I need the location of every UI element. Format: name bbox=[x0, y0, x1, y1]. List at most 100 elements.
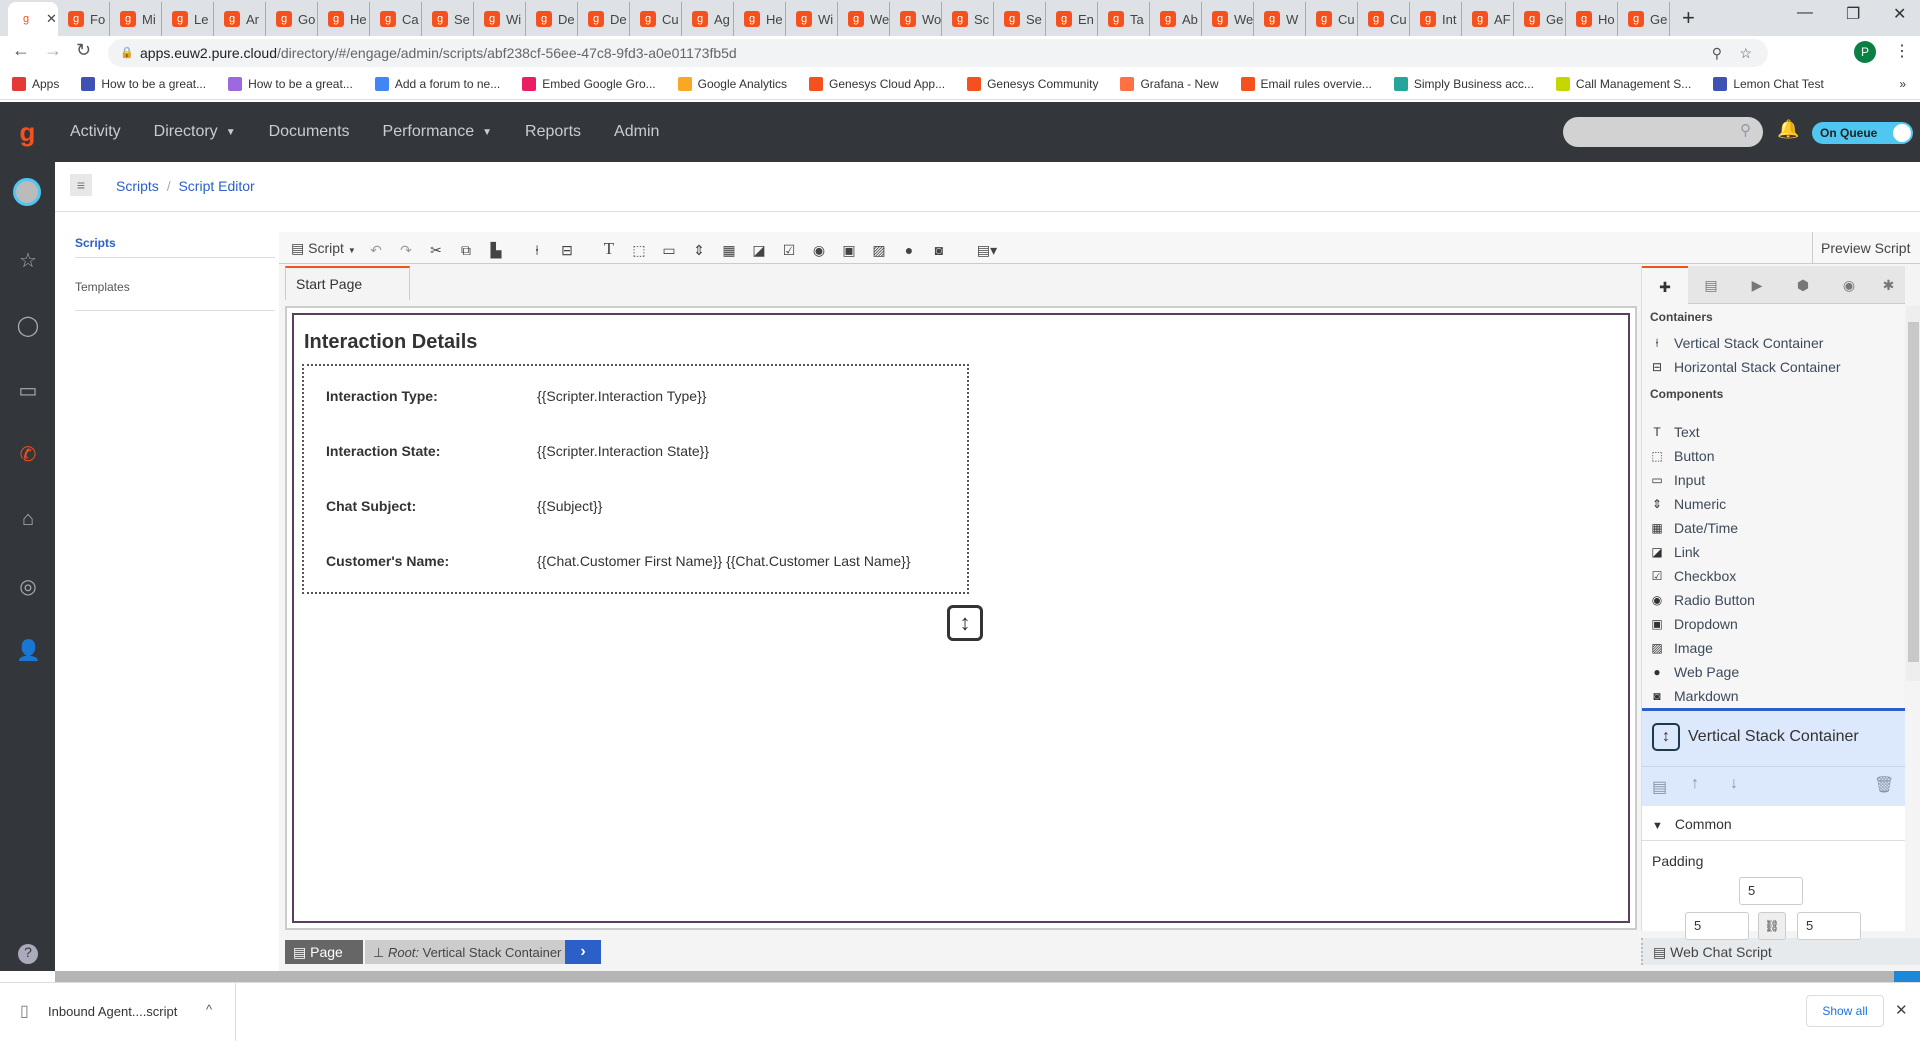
component-item-image[interactable]: ▨ Image bbox=[1650, 640, 1713, 656]
component-item-button[interactable]: ⬚ Button bbox=[1650, 448, 1714, 464]
browser-tab[interactable]: g He bbox=[734, 2, 786, 36]
inbox-icon[interactable]: ⌂ bbox=[16, 508, 40, 532]
panel-scrollbar[interactable] bbox=[1906, 306, 1920, 681]
browser-tab[interactable]: g ✕ bbox=[8, 2, 58, 36]
browser-tab[interactable]: g De bbox=[578, 2, 630, 36]
actions-tab-play-icon[interactable]: ▶ bbox=[1734, 266, 1780, 304]
profile-avatar[interactable]: P bbox=[1854, 41, 1876, 63]
restore-button[interactable]: ❐ bbox=[1846, 4, 1860, 24]
link-component-icon[interactable]: ◪ bbox=[749, 242, 769, 259]
browser-tab[interactable]: g Se bbox=[422, 2, 474, 36]
browser-tab[interactable]: g Cu bbox=[630, 2, 682, 36]
bookmark-star-icon[interactable]: ☆ bbox=[1739, 39, 1752, 67]
horizontal-stack-container-item[interactable]: ⊟ Horizontal Stack Container bbox=[1650, 359, 1841, 375]
chevron-up-icon[interactable]: ^ bbox=[206, 1002, 212, 1017]
move-up-arrow-icon[interactable]: ↑ bbox=[1691, 775, 1699, 793]
horizontal-scrollbar[interactable] bbox=[55, 971, 1920, 982]
padding-left-input[interactable]: 5 bbox=[1685, 912, 1749, 940]
component-item-web-page[interactable]: ● Web Page bbox=[1650, 664, 1739, 680]
debug-tab-bug-icon[interactable]: ✱ bbox=[1872, 266, 1905, 304]
cut-icon[interactable]: ✂ bbox=[426, 242, 446, 259]
browser-tab[interactable]: g Ho bbox=[1566, 2, 1618, 36]
root-crumb[interactable]: ⊥ Root: Vertical Stack Container bbox=[365, 940, 565, 964]
radio-component-icon[interactable]: ◉ bbox=[809, 242, 829, 259]
page-crumb[interactable]: ▤ Page bbox=[285, 940, 363, 964]
browser-tab[interactable]: g Go bbox=[266, 2, 318, 36]
bookmark-item[interactable]: Call Management S... bbox=[1555, 76, 1691, 91]
browser-tab[interactable]: g Ge bbox=[1618, 2, 1670, 36]
interaction-details-heading[interactable]: Interaction Details bbox=[304, 331, 477, 354]
paste-icon[interactable]: ▙ bbox=[486, 242, 506, 259]
components-tab-puzzle-icon[interactable]: ✚ bbox=[1642, 266, 1688, 304]
delete-trash-icon[interactable]: 🗑 bbox=[1874, 775, 1894, 795]
browser-menu-icon[interactable]: ⋮ bbox=[1894, 41, 1910, 61]
pages-tab-document-icon[interactable]: ▤ bbox=[1688, 266, 1734, 304]
nav-documents[interactable]: Documents bbox=[269, 123, 350, 141]
variables-tab-cube-icon[interactable]: ⬢ bbox=[1780, 266, 1826, 304]
show-all-button[interactable]: Show all bbox=[1806, 995, 1884, 1027]
close-tab-icon[interactable]: ✕ bbox=[46, 11, 57, 27]
phone-icon[interactable]: ✆ bbox=[16, 442, 40, 466]
back-icon[interactable]: ← bbox=[12, 40, 30, 61]
browser-tab[interactable]: g Fo bbox=[58, 2, 110, 36]
checkbox-component-icon[interactable]: ☑ bbox=[779, 242, 799, 259]
browser-tab[interactable]: g Ta bbox=[1098, 2, 1150, 36]
on-queue-toggle[interactable]: On Queue bbox=[1812, 122, 1913, 144]
component-item-link[interactable]: ◪ Link bbox=[1650, 544, 1699, 560]
help-icon[interactable]: ? bbox=[18, 944, 38, 964]
datetime-component-icon[interactable]: ▦ bbox=[719, 242, 739, 259]
bookmark-item[interactable]: How to be a great... bbox=[228, 76, 353, 91]
padding-right-input[interactable]: 5 bbox=[1797, 912, 1861, 940]
bookmark-item[interactable]: Genesys Cloud App... bbox=[809, 76, 945, 91]
location-icon[interactable]: ⚲ bbox=[1712, 39, 1722, 67]
undo-icon[interactable]: ↶ bbox=[366, 242, 386, 259]
browser-tab[interactable]: g Wi bbox=[474, 2, 526, 36]
chat-icon[interactable]: ◯ bbox=[16, 313, 40, 337]
bookmark-item[interactable]: Add a forum to ne... bbox=[374, 76, 500, 91]
component-item-checkbox[interactable]: ☑ Checkbox bbox=[1650, 568, 1737, 584]
browser-tab[interactable]: g We bbox=[838, 2, 890, 36]
webpage-component-icon[interactable]: ● bbox=[899, 242, 919, 258]
bookmark-item[interactable]: Google Analytics bbox=[677, 76, 787, 91]
browser-tab[interactable]: g We bbox=[1202, 2, 1254, 36]
component-item-numeric[interactable]: ⇕ Numeric bbox=[1650, 496, 1726, 512]
design-canvas[interactable]: Interaction Details Interaction Type: {{S… bbox=[285, 306, 1637, 930]
nav-admin[interactable]: Admin bbox=[614, 123, 659, 141]
preview-tab-eye-icon[interactable]: ◉ bbox=[1826, 266, 1872, 304]
browser-tab[interactable]: g Ca bbox=[370, 2, 422, 36]
browser-tab[interactable]: g De bbox=[526, 2, 578, 36]
global-search-input[interactable]: ⚲ bbox=[1563, 117, 1763, 147]
script-menu-button[interactable]: ▤ Script ▼ bbox=[291, 240, 356, 257]
subnav-templates[interactable]: Templates bbox=[75, 280, 130, 294]
bookmark-item[interactable]: Email rules overvie... bbox=[1240, 76, 1372, 91]
preview-script-button[interactable]: Preview Script bbox=[1812, 232, 1920, 264]
vertical-stack-container-item[interactable]: ⍿ Vertical Stack Container bbox=[1650, 335, 1823, 351]
component-item-dropdown[interactable]: ▣ Dropdown bbox=[1650, 616, 1738, 632]
browser-tab[interactable]: g Sc bbox=[942, 2, 994, 36]
link-padding-chain-icon[interactable]: ⛓ bbox=[1758, 912, 1786, 940]
new-tab-button[interactable]: + bbox=[1682, 5, 1695, 31]
browser-tab[interactable]: gW bbox=[1254, 2, 1306, 36]
bookmark-item[interactable]: How to be a great... bbox=[81, 76, 206, 91]
nav-directory[interactable]: Directory ▼ bbox=[154, 123, 236, 141]
text-component-icon[interactable]: T bbox=[599, 239, 619, 259]
nav-performance[interactable]: Performance ▼ bbox=[383, 123, 493, 141]
browser-tab[interactable]: g Se bbox=[994, 2, 1046, 36]
nav-activity[interactable]: Activity bbox=[70, 123, 121, 141]
component-item-markdown[interactable]: ◙ Markdown bbox=[1650, 688, 1738, 704]
browser-tab[interactable]: g Cu bbox=[1358, 2, 1410, 36]
favorites-star-icon[interactable]: ☆ bbox=[16, 248, 40, 272]
user-avatar[interactable] bbox=[13, 178, 41, 206]
browser-tab[interactable]: g Ar bbox=[214, 2, 266, 36]
root-vertical-stack-container[interactable]: Interaction Details Interaction Type: {{S… bbox=[292, 313, 1630, 923]
details-container[interactable]: Interaction Type: {{Scripter.Interaction … bbox=[302, 364, 969, 594]
padding-top-input[interactable]: 5 bbox=[1739, 877, 1803, 905]
properties-icon[interactable]: ▤ bbox=[1652, 777, 1667, 797]
agent-icon[interactable]: 👤 bbox=[16, 638, 41, 662]
menu-toggle-icon[interactable]: ≡ bbox=[70, 174, 92, 196]
browser-tab[interactable]: g Int bbox=[1410, 2, 1462, 36]
next-crumb-chevron-icon[interactable]: › bbox=[565, 940, 601, 964]
browser-tab[interactable]: g En bbox=[1046, 2, 1098, 36]
tab-start-page[interactable]: Start Page bbox=[285, 266, 410, 300]
browser-tab[interactable]: g Cu bbox=[1306, 2, 1358, 36]
